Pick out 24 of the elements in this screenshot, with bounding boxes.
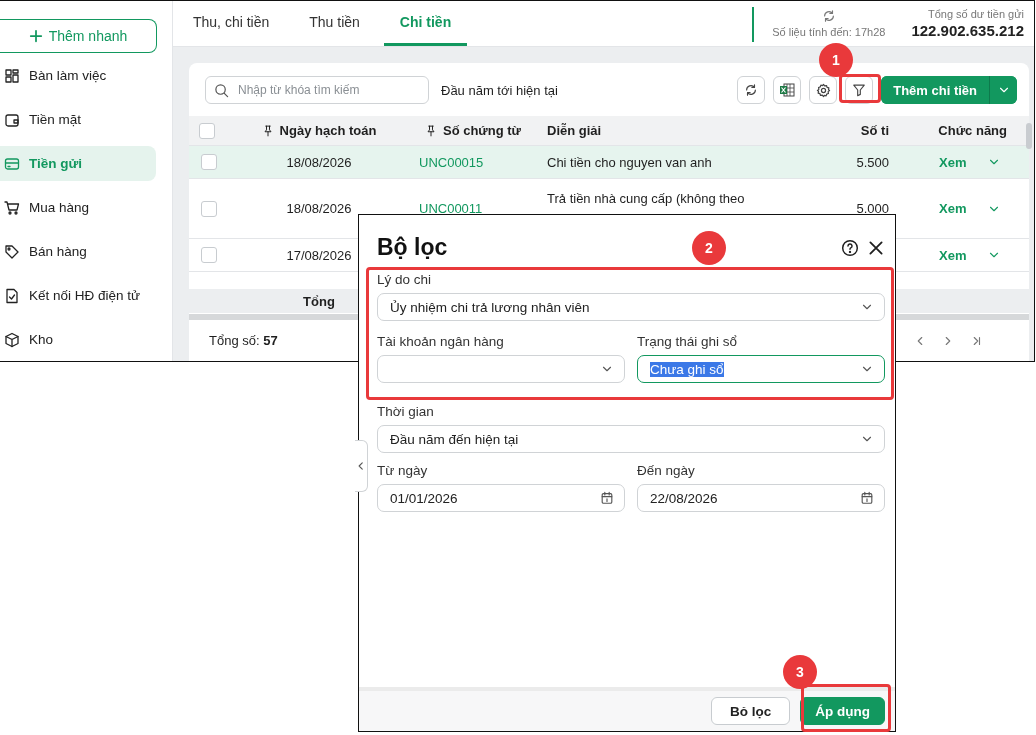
description-cell-text: Trả tiền nhà cung cấp (không theo — [546, 190, 746, 206]
field-label: Đến ngày — [637, 463, 696, 478]
field-label: Lý do chi — [377, 272, 433, 287]
field-label: Trạng thái ghi sổ — [637, 334, 739, 349]
field-label: Từ ngày — [377, 463, 429, 478]
amount-cell-text: 5.000 — [855, 201, 890, 216]
field-label: Thời gian — [377, 404, 435, 419]
date-cell-text: 17/08/2026 — [285, 247, 353, 263]
balance-value: 122.902.635.212 — [911, 22, 1024, 39]
date-cell-text: 18/08/2026 — [285, 201, 353, 216]
total-row-label: Tổng — [303, 293, 335, 309]
date-cell-text: 18/08/2026 — [285, 154, 353, 170]
description-cell-text: Chi tiền cho nguyen van anh — [546, 154, 713, 170]
column-header: Ngày hạch toán — [279, 123, 377, 138]
column-header: Số chứng từ — [442, 123, 521, 138]
period-text: Đầu năm tới hiện tại — [441, 82, 558, 98]
column-header: Chức năng — [938, 123, 1007, 138]
balance-label: Tổng số dư tiền gửi — [927, 8, 1024, 20]
column-header: Diễn giải — [547, 123, 602, 138]
sync-time-text: Số liệu tính đến: 17h28 — [772, 26, 886, 38]
column-header: Số ti — [860, 123, 889, 138]
field-label: Tài khoản ngân hàng — [377, 334, 505, 349]
total-count-text: Tổng số: 57 — [209, 333, 278, 348]
amount-cell-text: 5.500 — [855, 154, 890, 170]
